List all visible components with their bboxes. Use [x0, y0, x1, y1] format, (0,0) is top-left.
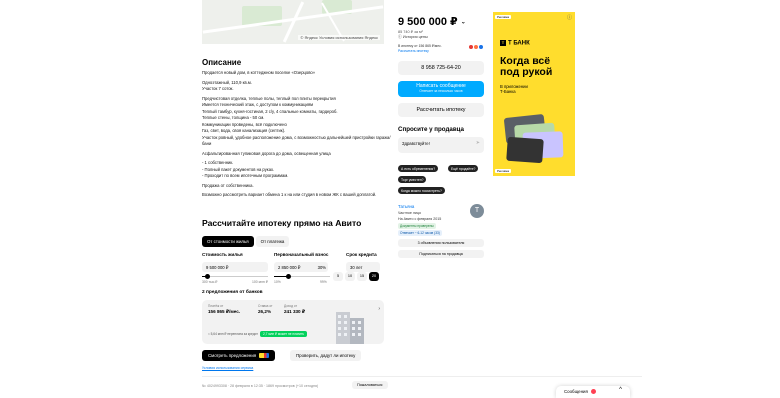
description-text: Продается новый дом, в коттеджном поселк… [202, 70, 394, 202]
tbank-logo-icon: T [500, 40, 506, 46]
cost-slider[interactable] [202, 274, 268, 279]
income-label: Доход от [284, 304, 298, 308]
cost-max: 100 млн ₽ [252, 280, 268, 284]
response-time-badge: Отвечает ~ 6-12 часов (33) [398, 230, 442, 236]
ad-footer-label: Реклама [495, 169, 512, 173]
mortgage-heading: Рассчитайте ипотеку прямо на Авито [202, 218, 362, 228]
notification-badge [591, 389, 597, 395]
down-payment-percent: 30% [317, 265, 326, 270]
ad-headline: Когда всё под рукой [500, 55, 553, 79]
description-paragraph: Возможно рассмотреть вариант обмена 1 к … [202, 192, 377, 197]
response-time: Отвечает за несколько часов [419, 89, 463, 93]
description-paragraph: Продается новый дом, в коттеджном поселк… [202, 70, 316, 75]
location-map[interactable]: © Яндекс Условия использования Яндекс [202, 0, 384, 44]
calculate-mortgage-button[interactable]: Рассчитать ипотеку [398, 103, 484, 117]
cost-min: 300 тыс.₽ [202, 280, 218, 284]
seller-name[interactable]: Татьяна [398, 204, 414, 209]
subscribe-seller-button[interactable]: Подписаться на продавца [398, 250, 484, 258]
card-image [506, 136, 544, 164]
mortgage-note-link[interactable]: Рассчитать ипотеку [398, 49, 442, 54]
term-input[interactable]: 30 лет [346, 262, 380, 272]
rate-label: Ставка от [258, 304, 273, 308]
docs-verified-badge: Документы проверены [398, 223, 436, 229]
seller-ads-button[interactable]: 3 объявления пользователя [398, 239, 484, 247]
complain-button[interactable]: Пожаловаться [352, 381, 388, 389]
tbank-logo: TТ БАНК [500, 40, 530, 47]
send-icon[interactable]: ➤ [476, 140, 480, 146]
seller-type: Частное лицо [398, 211, 421, 215]
term-option[interactable]: 10 [345, 272, 355, 281]
price[interactable]: 9 500 000 ₽ ⌄ [398, 15, 466, 28]
ad-label: Реклама [495, 15, 512, 19]
offers-title: 2 предложения от банков [202, 290, 263, 295]
seller-since: На Авито с февраля 2015 [398, 217, 442, 221]
down-min: 10% [274, 280, 281, 284]
down-payment-label: Первоначальный взнос [274, 252, 329, 257]
quick-question-chip[interactable]: Ещё продаёте? [448, 165, 479, 172]
payment-value: 156 865 ₽/мес. [208, 309, 241, 314]
cost-label: Стоимость жилья [202, 252, 243, 257]
down-payment-slider[interactable] [274, 274, 330, 279]
term-option[interactable]: 15 [357, 272, 367, 281]
income-value: 241 330 ₽ [284, 309, 306, 314]
bank-offer-card[interactable]: Платёж от 156 865 ₽/мес. Ставка от 26,2%… [202, 300, 384, 344]
ask-seller-title: Спросите у продавца [398, 126, 464, 133]
overpayment-note: ≈ 5,64 млн ₽ переплата за кредит [208, 332, 258, 336]
rate-value: 26,2% [258, 309, 272, 314]
map-copyright[interactable]: © Яндекс Условия использования Яндекс [298, 35, 380, 40]
term-option-selected[interactable]: 20 [369, 272, 379, 281]
avatar[interactable]: Т [470, 204, 484, 218]
down-max: 99% [320, 280, 327, 284]
savings-tag: 2,7 млн ₽ может не платить [260, 331, 308, 337]
messages-bar[interactable]: Сообщения ^ [556, 386, 630, 398]
slider-handle[interactable] [285, 274, 291, 279]
description-paragraph: Асфальтированная тупиковая дорога до дом… [202, 150, 331, 156]
mortgage-note: В ипотеку от 156 865 ₽/мес. Рассчитать и… [398, 44, 442, 54]
price-value: 9 500 000 ₽ [398, 16, 458, 28]
write-message-button[interactable]: Написать сообщение Отвечает за несколько… [398, 81, 484, 97]
divider [202, 376, 642, 377]
message-input[interactable]: Здравствуйте! ➤ [398, 137, 484, 153]
ad-subtitle: В приложении Т-Банка [500, 84, 528, 95]
bank-logos-icon [468, 44, 484, 50]
description-heading: Описание [202, 58, 242, 67]
mortgage-tabs: От стоимости жилья От платежа [202, 236, 290, 247]
check-mortgage-button[interactable]: Проверить, дадут ли ипотеку [290, 350, 362, 361]
description-paragraph: Продажа от собственника. [202, 182, 254, 188]
messages-label: Сообщения [564, 389, 588, 394]
quick-question-chip[interactable]: Торг уместен? [398, 176, 427, 183]
listing-page: © Яндекс Условия использования Яндекс Оп… [0, 0, 780, 398]
quick-question-chip[interactable]: А есть обременения? [398, 165, 439, 172]
quick-question-chip[interactable]: Когда можно посмотреть? [398, 187, 445, 194]
description-paragraph: Предчистовая отделка, теплые полы, теплы… [202, 95, 391, 147]
slider-handle[interactable] [205, 274, 211, 279]
listing-meta: № 4024993308 · 28 февраля в 12:35 · 1869… [202, 384, 319, 388]
term-option[interactable]: 5 [333, 272, 343, 281]
description-paragraph: Одноэтажный, 110,9 кв.м. Участок 7 соток… [202, 79, 252, 92]
payment-label: Платёж от [208, 304, 224, 308]
view-offers-label: Смотреть предложения [208, 353, 257, 358]
price-history-link[interactable]: Ⓘ История цены [398, 35, 428, 40]
info-icon[interactable]: ⓘ [567, 14, 572, 21]
building-illustration [336, 312, 364, 344]
tab-by-cost[interactable]: От стоимости жилья [202, 236, 254, 247]
chevron-down-icon[interactable]: ⌄ [461, 20, 466, 26]
chevron-right-icon: › [378, 306, 380, 312]
bank-logos-icon [259, 353, 270, 359]
term-label: Срок кредита [346, 252, 377, 257]
show-phone-button[interactable]: 8 958 725-64-20 [398, 61, 484, 75]
cost-input[interactable]: 9 500 000 ₽ [202, 262, 268, 272]
message-input-text: Здравствуйте! [402, 141, 430, 146]
tab-by-payment[interactable]: От платежа [255, 236, 290, 247]
tbank-logo-text: Т БАНК [508, 40, 530, 47]
terms-link[interactable]: Условия использования сервиса [202, 366, 253, 370]
ad-banner[interactable]: Реклама ⓘ TТ БАНК Когда всё под рукой В … [493, 12, 575, 176]
chevron-up-icon[interactable]: ^ [619, 387, 622, 393]
description-paragraph: - 1 собственник. - Полный пакет документ… [202, 160, 289, 178]
price-per-meter: 85 740 ₽ за м² [398, 30, 423, 34]
view-offers-button[interactable]: Смотреть предложения [202, 350, 276, 361]
